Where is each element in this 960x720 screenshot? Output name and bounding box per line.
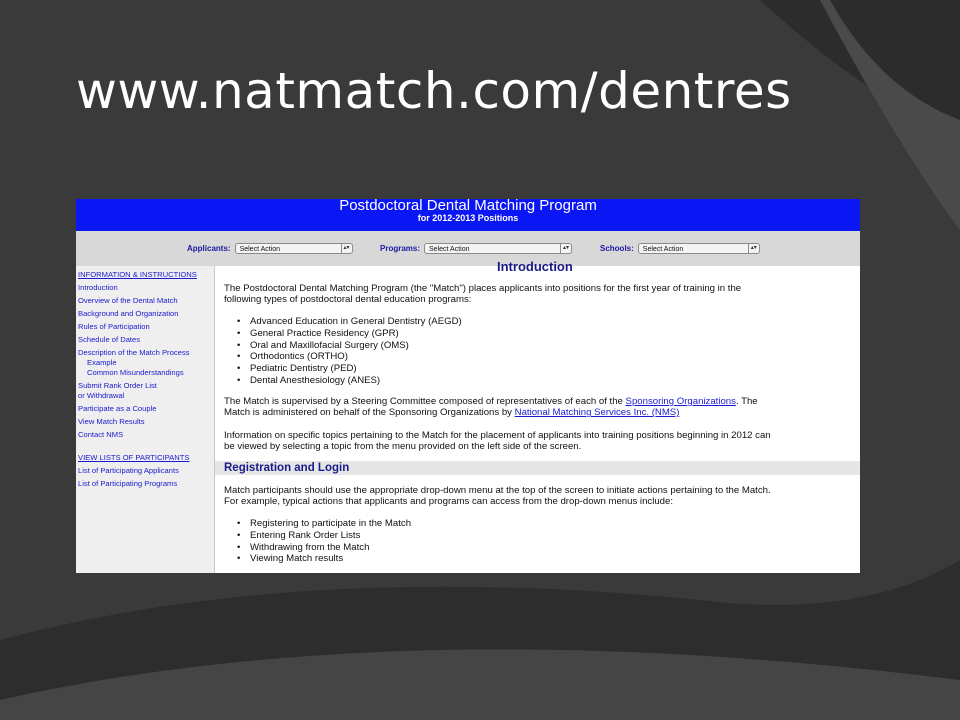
- schools-label: Schools:: [600, 243, 634, 253]
- programs-label: Programs:: [380, 243, 421, 253]
- applicants-label: Applicants:: [187, 243, 231, 253]
- introduction-heading: Introduction: [497, 259, 573, 274]
- registration-paragraph: Match participants should use the approp…: [224, 485, 771, 508]
- registration-section-title: Registration and Login: [224, 462, 350, 474]
- banner-subtitle: for 2012-2013 Positions: [417, 213, 519, 223]
- schools-action-group: Schools: Select Action ▴▾: [600, 242, 760, 254]
- list-item: General Practice Residency (GPR): [237, 328, 462, 340]
- list-item: Withdrawing from the Match: [237, 542, 411, 554]
- sidebar-item-submit-rank-order[interactable]: Submit Rank Order List: [78, 381, 157, 390]
- programs-select[interactable]: Select Action ▴▾: [424, 242, 573, 254]
- applicants-select-value: Select Action: [239, 245, 281, 253]
- list-item: Registering to participate in the Match: [237, 518, 411, 530]
- list-item: Entering Rank Order Lists: [237, 530, 411, 542]
- slide-title: www.natmatch.com/dentres: [76, 62, 792, 120]
- list-item: Advanced Education in General Dentistry …: [237, 316, 462, 328]
- sidebar-item-match-results[interactable]: View Match Results: [78, 417, 145, 426]
- banner-title: Postdoctoral Dental Matching Program: [339, 199, 597, 214]
- sidebar-item-withdrawal[interactable]: or Withdrawal: [78, 391, 124, 400]
- sidebar-item-background[interactable]: Background and Organization: [78, 309, 178, 318]
- list-item: Pediatric Dentistry (PED): [237, 363, 462, 375]
- sidebar-item-applicants-list[interactable]: List of Participating Applicants: [78, 466, 179, 475]
- intro-line-2: following types of postdoctoral dental e…: [224, 294, 472, 306]
- administered-text: Match is administered on behalf of the S…: [224, 407, 515, 419]
- topics-paragraph: Information on specific topics pertainin…: [224, 430, 771, 453]
- program-types-list: Advanced Education in General Dentistry …: [237, 316, 462, 387]
- sidebar-item-couple[interactable]: Participate as a Couple: [78, 404, 157, 413]
- intro-paragraph: The Postdoctoral Dental Matching Program…: [224, 283, 741, 306]
- list-item: Oral and Maxillofacial Surgery (OMS): [237, 340, 462, 352]
- sidebar-menu: INFORMATION & INSTRUCTIONS Introduction …: [76, 266, 215, 573]
- programs-action-group: Programs: Select Action ▴▾: [380, 242, 573, 254]
- sidebar-item-view-lists[interactable]: VIEW LISTS OF PARTICIPANTS: [78, 453, 189, 462]
- sidebar-item-schedule[interactable]: Schedule of Dates: [78, 335, 140, 344]
- nms-link[interactable]: National Matching Services Inc. (NMS): [515, 407, 680, 418]
- registration-line-1: Match participants should use the approp…: [224, 485, 771, 496]
- schools-select-value: Select Action: [642, 245, 684, 253]
- list-item: Orthodontics (ORTHO): [237, 351, 462, 363]
- sidebar-item-introduction[interactable]: Introduction: [78, 283, 118, 292]
- website-screenshot: Postdoctoral Dental Matching Program for…: [76, 199, 860, 573]
- sidebar-item-programs-list[interactable]: List of Participating Programs: [78, 479, 177, 488]
- steering-text-a: The Match is supervised by a Steering Co…: [224, 396, 626, 407]
- sidebar-item-information-instructions[interactable]: INFORMATION & INSTRUCTIONS: [78, 270, 197, 279]
- topics-line-1: Information on specific topics pertainin…: [224, 430, 771, 441]
- applicants-select[interactable]: Select Action ▴▾: [234, 242, 353, 254]
- list-item: Viewing Match results: [237, 553, 411, 565]
- select-arrows-icon: ▴▾: [747, 243, 759, 253]
- sidebar-item-misunderstandings[interactable]: Common Misunderstandings: [87, 368, 184, 377]
- sidebar-item-example[interactable]: Example: [87, 358, 117, 367]
- typical-actions-list: Registering to participate in the Match …: [237, 518, 411, 565]
- sidebar-item-contact[interactable]: Contact NMS: [78, 430, 123, 439]
- main-content: Introduction The Postdoctoral Dental Mat…: [215, 259, 860, 573]
- steering-paragraph: The Match is supervised by a Steering Co…: [224, 396, 758, 419]
- list-item: Dental Anesthesiology (ANES): [237, 375, 462, 387]
- programs-select-value: Select Action: [429, 245, 470, 253]
- registration-line-2: For example, typical actions that applic…: [224, 496, 673, 508]
- action-bar: Applicants: Select Action ▴▾ Programs: S…: [76, 231, 860, 266]
- intro-line-1: The Postdoctoral Dental Matching Program…: [224, 283, 742, 294]
- sidebar-item-overview[interactable]: Overview of the Dental Match: [78, 296, 178, 305]
- select-arrows-icon: ▴▾: [340, 243, 352, 253]
- sponsoring-organizations-link[interactable]: Sponsoring Organizations: [626, 396, 736, 407]
- schools-select[interactable]: Select Action ▴▾: [637, 242, 760, 254]
- registration-section-header: Registration and Login: [215, 461, 860, 475]
- sidebar-item-rules[interactable]: Rules of Participation: [78, 322, 150, 331]
- site-banner: Postdoctoral Dental Matching Program for…: [76, 199, 860, 231]
- steering-text-b: . The: [735, 396, 758, 407]
- select-arrows-icon: ▴▾: [560, 243, 571, 253]
- sidebar-item-match-process[interactable]: Description of the Match Process: [78, 348, 189, 357]
- applicants-action-group: Applicants: Select Action ▴▾: [187, 242, 353, 254]
- topics-line-2: be viewed by selecting a topic from the …: [224, 441, 582, 453]
